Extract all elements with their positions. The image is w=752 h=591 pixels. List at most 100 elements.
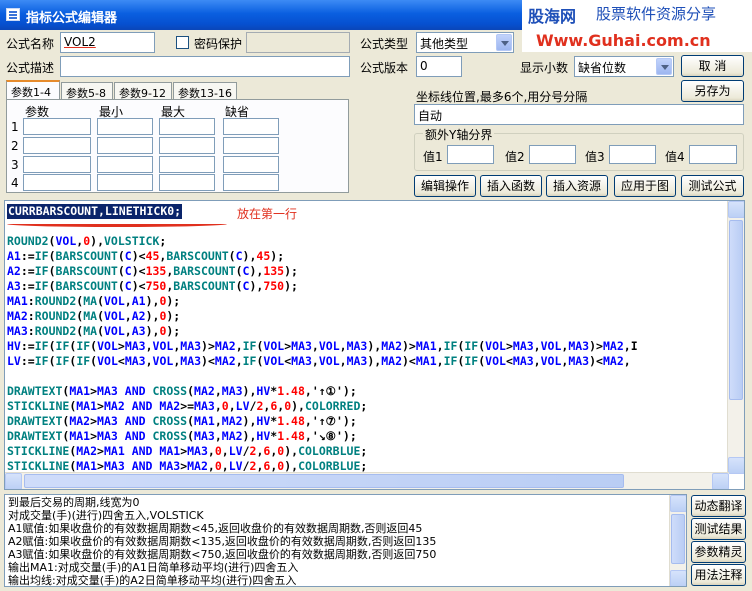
y-value-2-input[interactable] bbox=[529, 145, 576, 164]
dynamic-translate-button[interactable]: 动态翻译 bbox=[691, 495, 746, 517]
password-checkbox[interactable] bbox=[176, 36, 189, 49]
scroll-left-icon[interactable] bbox=[5, 473, 22, 489]
y-value-4-input[interactable] bbox=[689, 145, 737, 164]
code-line: A3:=IF(BARSCOUNT(C)<750,BARSCOUNT(C),750… bbox=[7, 279, 298, 293]
code-line: MA2:ROUND2(MA(VOL,A2),0); bbox=[7, 309, 181, 323]
scroll-right-icon[interactable] bbox=[712, 473, 729, 489]
scroll-up-icon[interactable] bbox=[670, 495, 686, 512]
param-max-input[interactable] bbox=[159, 156, 215, 173]
param-max-input[interactable] bbox=[159, 137, 215, 154]
code-line: HV:=IF(IF(IF(VOL>MA3,VOL,MA3)>MA2,IF(VOL… bbox=[7, 339, 638, 353]
code-line: STICKLINE(MA2>MA1 AND MA1>MA3,0,LV/2,6,0… bbox=[7, 444, 368, 458]
version-value: 0 bbox=[420, 59, 428, 73]
horizontal-scrollbar[interactable] bbox=[5, 472, 729, 489]
save-as-button[interactable]: 另存为 bbox=[681, 80, 744, 102]
password-label: 密码保护 bbox=[194, 37, 243, 51]
brand-logo: 股海网 bbox=[528, 7, 577, 26]
y-value-1-label: 值1 bbox=[423, 150, 443, 164]
name-value: VOL2 bbox=[64, 35, 96, 49]
param-default-input[interactable] bbox=[223, 156, 279, 173]
param-name-input[interactable] bbox=[23, 137, 91, 154]
code-line-highlighted: CURRBARSCOUNT,LINETHICK0; bbox=[7, 204, 183, 219]
param-row-num: 4 bbox=[11, 176, 19, 190]
scroll-thumb[interactable] bbox=[671, 514, 685, 564]
insert-resource-button[interactable]: 插入资源 bbox=[546, 175, 608, 197]
scroll-thumb[interactable] bbox=[729, 220, 743, 400]
param-min-input[interactable] bbox=[97, 137, 153, 154]
explanation-panel: 到最后交易的周期,线宽为0 对成交量(手)(进行)四舍五入,VOLSTICK A… bbox=[4, 494, 687, 587]
param-default-input[interactable] bbox=[223, 137, 279, 154]
param-row-num: 3 bbox=[11, 158, 19, 172]
scroll-thumb-h[interactable] bbox=[24, 474, 624, 488]
usage-notes-button[interactable]: 用法注释 bbox=[691, 564, 746, 586]
extra-y-axis-group: 额外Y轴分界 值1 值2 值3 值4 bbox=[414, 126, 744, 171]
explain-line: 对成交量(手)(进行)四舍五入,VOLSTICK bbox=[8, 509, 204, 522]
type-value: 其他类型 bbox=[420, 37, 469, 51]
y-value-2-label: 值2 bbox=[505, 150, 525, 164]
name-input[interactable]: VOL2 bbox=[60, 32, 155, 53]
param-max-input[interactable] bbox=[159, 174, 215, 191]
decimals-select[interactable]: 缺省位数 bbox=[574, 56, 674, 77]
param-min-input[interactable] bbox=[97, 156, 153, 173]
explain-line: 到最后交易的周期,线宽为0 bbox=[8, 496, 140, 509]
code-line: DRAWTEXT(MA2>MA3 AND CROSS(MA1,MA2),HV*1… bbox=[7, 414, 357, 428]
test-result-button[interactable]: 测试结果 bbox=[691, 518, 746, 540]
apply-to-chart-button[interactable]: 应用于图 bbox=[614, 175, 676, 197]
explain-line: A3赋值:如果收盘价的有效数据周期数<750,返回收盘价的有效数据周期数,否则返… bbox=[8, 548, 437, 561]
explain-line: 输出MA1:对成交量(手)的A1日简单移动平均(进行)四舍五入 bbox=[8, 561, 299, 574]
scroll-down-icon[interactable] bbox=[670, 570, 686, 586]
param-default-input[interactable] bbox=[223, 118, 279, 135]
brand-watermark: 股海网 股票软件资源分享 bbox=[522, 0, 752, 30]
param-wizard-button[interactable]: 参数精灵 bbox=[691, 541, 746, 563]
explain-scrollbar[interactable] bbox=[669, 495, 686, 586]
code-line: DRAWTEXT(MA1>MA3 AND CROSS(MA3,MA2),HV*1… bbox=[7, 429, 357, 443]
param-max-input[interactable] bbox=[159, 118, 215, 135]
chevron-down-icon bbox=[496, 34, 512, 51]
code-line: ROUND2(VOL,0),VOLSTICK; bbox=[7, 234, 167, 248]
param-min-input[interactable] bbox=[97, 174, 153, 191]
y-value-1-input[interactable] bbox=[447, 145, 494, 164]
param-name-input[interactable] bbox=[23, 118, 91, 135]
param-min-input[interactable] bbox=[97, 118, 153, 135]
param-default-input[interactable] bbox=[223, 174, 279, 191]
y-value-3-label: 值3 bbox=[585, 150, 605, 164]
version-input[interactable]: 0 bbox=[416, 56, 462, 77]
test-formula-button[interactable]: 测试公式 bbox=[681, 175, 744, 197]
app-icon bbox=[6, 8, 20, 21]
y-value-3-input[interactable] bbox=[609, 145, 656, 164]
cancel-button[interactable]: 取 消 bbox=[681, 55, 744, 77]
extra-y-axis-title: 额外Y轴分界 bbox=[423, 126, 495, 143]
insert-function-button[interactable]: 插入函数 bbox=[480, 175, 542, 197]
type-select[interactable]: 其他类型 bbox=[416, 32, 514, 53]
brand-url-box: Www.Guhai.com.cn bbox=[522, 30, 752, 52]
name-label: 公式名称 bbox=[6, 37, 55, 51]
title-bar: 指标公式编辑器 股海网 股票软件资源分享 bbox=[0, 0, 752, 30]
axis-value: 自动 bbox=[418, 109, 443, 123]
scroll-down-icon[interactable] bbox=[728, 457, 744, 474]
explain-line: 输出均线:对成交量(手)的A2日简单移动平均(进行)四舍五入 bbox=[8, 574, 297, 587]
brand-url: Www.Guhai.com.cn bbox=[536, 31, 711, 50]
password-input bbox=[246, 32, 350, 53]
param-name-input[interactable] bbox=[23, 174, 91, 191]
vertical-scrollbar[interactable] bbox=[727, 201, 744, 474]
edit-ops-button[interactable]: 编辑操作 bbox=[414, 175, 476, 197]
tab-params-1-4[interactable]: 参数1-4 bbox=[6, 80, 60, 101]
axis-input[interactable]: 自动 bbox=[414, 104, 744, 125]
red-underline-mark bbox=[7, 221, 227, 227]
param-row-num: 1 bbox=[11, 120, 19, 134]
code-line: LV:=IF(IF(IF(VOL<MA3,VOL,MA3)<MA2,IF(VOL… bbox=[7, 354, 631, 368]
type-label: 公式类型 bbox=[360, 37, 409, 51]
scroll-up-icon[interactable] bbox=[728, 201, 744, 218]
code-editor[interactable]: CURRBARSCOUNT,LINETHICK0; 放在第一行 ROUND2(V… bbox=[4, 200, 745, 490]
tab-params-5-8[interactable]: 参数5-8 bbox=[61, 82, 113, 100]
param-name-input[interactable] bbox=[23, 156, 91, 173]
tab-params-9-12[interactable]: 参数9-12 bbox=[114, 82, 172, 100]
tab-params-13-16[interactable]: 参数13-16 bbox=[173, 82, 237, 100]
window-title: 指标公式编辑器 bbox=[26, 11, 118, 26]
desc-input[interactable] bbox=[60, 56, 350, 77]
code-line: A2:=IF(BARSCOUNT(C)<135,BARSCOUNT(C),135… bbox=[7, 264, 298, 278]
code-line: DRAWTEXT(MA1>MA3 AND CROSS(MA2,MA3),HV*1… bbox=[7, 384, 357, 398]
code-line: MA3:ROUND2(MA(VOL,A3),0); bbox=[7, 324, 181, 338]
brand-subtitle: 股票软件资源分享 bbox=[596, 5, 717, 23]
chevron-down-icon bbox=[656, 58, 672, 75]
